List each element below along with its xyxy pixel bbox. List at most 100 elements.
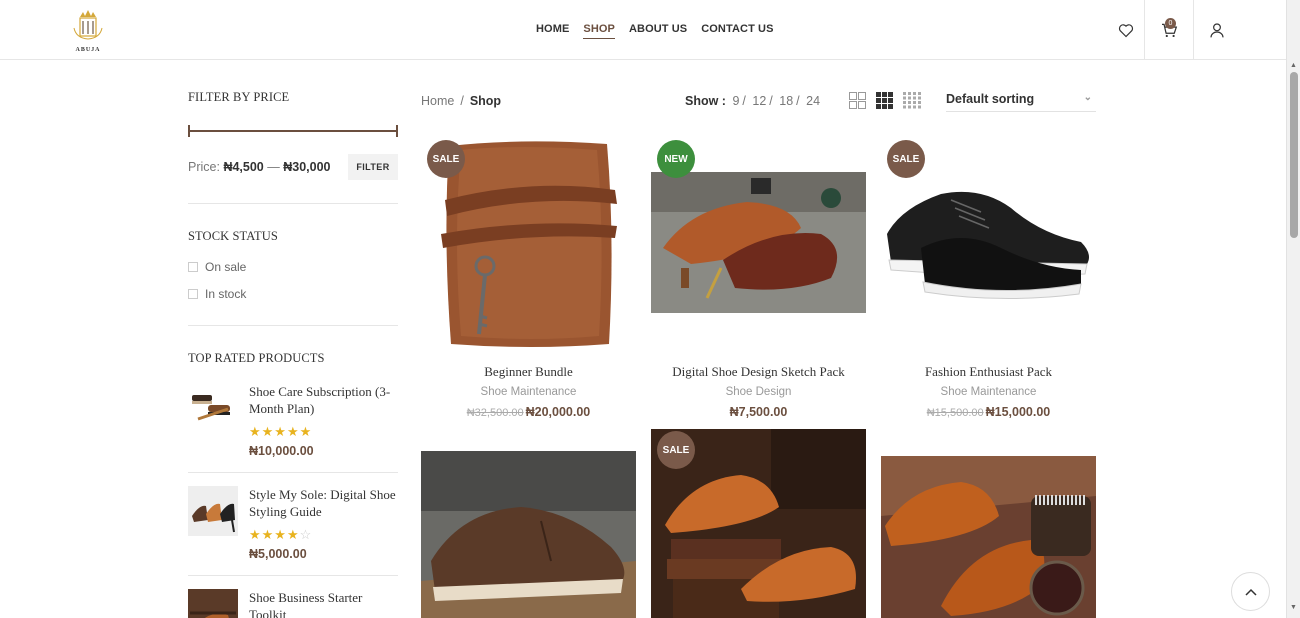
new-badge: NEW xyxy=(657,140,695,178)
nav-shop[interactable]: SHOP xyxy=(583,23,615,39)
checkbox-label: On sale xyxy=(205,260,247,274)
header-actions: 0 xyxy=(1108,0,1240,60)
page-scrollbar[interactable]: ▲ ▼ xyxy=(1286,0,1300,618)
sort-selected-value: Default sorting xyxy=(946,92,1035,106)
product-card[interactable]: SALE Fashion Enthusiast Pack Shoe Mainte… xyxy=(881,138,1096,419)
product-category[interactable]: Shoe Design xyxy=(651,386,866,398)
scroll-down-arrow-icon[interactable]: ▼ xyxy=(1290,604,1297,611)
product-title[interactable]: Fashion Enthusiast Pack xyxy=(881,364,1096,380)
current-price: ₦7,500.00 xyxy=(729,405,788,419)
top-rated-title: TOP RATED PRODUCTS xyxy=(188,351,325,365)
sale-badge: SALE xyxy=(887,140,925,178)
per-page-24[interactable]: 24 xyxy=(806,94,820,108)
per-page-9[interactable]: 9 xyxy=(732,94,739,108)
stock-in-stock-option[interactable]: In stock xyxy=(188,287,398,301)
cart-button[interactable]: 0 xyxy=(1145,0,1193,60)
heels-image xyxy=(188,486,238,536)
business-toolkit-image xyxy=(188,589,238,618)
sidebar-divider xyxy=(188,325,398,326)
old-price: ₦32,500.00 xyxy=(466,407,524,419)
top-rated-item[interactable]: Style My Sole: Digital Shoe Styling Guid… xyxy=(188,486,398,561)
product-title[interactable]: Digital Shoe Design Sketch Pack xyxy=(651,364,866,380)
nav-home[interactable]: HOME xyxy=(536,23,569,39)
sidebar-divider xyxy=(188,203,398,204)
scrollbar-thumb[interactable] xyxy=(1290,72,1298,238)
suede-shoes-image xyxy=(421,451,636,618)
scroll-to-top-button[interactable] xyxy=(1231,572,1270,611)
product-name[interactable]: Shoe Business Starter Toolkit xyxy=(249,589,398,618)
stock-on-sale-option[interactable]: On sale xyxy=(188,260,398,274)
star-rating: ★★★★★ xyxy=(249,424,313,439)
top-rated-item[interactable]: Shoe Business Starter Toolkit xyxy=(188,589,398,618)
product-card[interactable]: SALE Beginner Bundle Shoe Maintenance ₦3… xyxy=(421,138,636,419)
product-image[interactable] xyxy=(881,456,1096,618)
account-button[interactable] xyxy=(1194,0,1240,60)
filter-price-title: FILTER BY PRICE xyxy=(188,90,290,104)
grid-4-columns-icon[interactable] xyxy=(903,92,921,109)
crown-logo-icon xyxy=(73,10,103,40)
cart-count-badge: 0 xyxy=(1165,18,1176,29)
product-image[interactable]: SALE xyxy=(881,138,1096,348)
wishlist-button[interactable] xyxy=(1108,0,1144,60)
product-price: ₦7,500.00 xyxy=(651,405,866,419)
grid-view-switcher xyxy=(849,92,921,109)
price-range-slider[interactable] xyxy=(188,125,398,137)
item-divider xyxy=(188,575,398,576)
sale-badge: SALE xyxy=(427,140,465,178)
product-category[interactable]: Shoe Maintenance xyxy=(421,386,636,398)
stock-status-title: STOCK STATUS xyxy=(188,229,278,243)
price-slider-max-handle[interactable] xyxy=(396,125,398,137)
nav-about-us[interactable]: ABOUT US xyxy=(629,23,687,39)
price-slider-track xyxy=(188,130,398,132)
per-page-18[interactable]: 18 xyxy=(779,94,793,108)
old-price: ₦15,500.00 xyxy=(926,407,984,419)
nav-contact-us[interactable]: CONTACT US xyxy=(701,23,773,39)
top-rated-item[interactable]: Shoe Care Subscription (3-Month Plan) ★★… xyxy=(188,383,398,458)
price-filter-row: Price: ₦4,500 — ₦30,000 FILTER xyxy=(188,154,398,180)
star-rating: ★★★★☆ xyxy=(249,527,313,542)
product-card[interactable] xyxy=(421,451,636,618)
product-thumbnail[interactable] xyxy=(188,486,238,536)
logo-text: ABUJA xyxy=(75,47,101,53)
product-image[interactable] xyxy=(421,451,636,618)
scroll-up-arrow-icon[interactable]: ▲ xyxy=(1290,62,1297,69)
site-header: ABUJA HOME SHOP ABOUT US CONTACT US 0 xyxy=(0,0,1286,60)
filter-button[interactable]: FILTER xyxy=(348,154,398,180)
chevron-up-icon xyxy=(1244,588,1257,596)
checkbox[interactable] xyxy=(188,289,198,299)
product-card[interactable]: SALE xyxy=(651,429,866,618)
current-price: ₦20,000.00 xyxy=(525,405,591,419)
item-divider xyxy=(188,472,398,473)
product-image[interactable]: SALE xyxy=(651,429,866,618)
product-card[interactable]: NEW Digital Shoe Design Sketch Pack Shoe… xyxy=(651,138,866,419)
current-price: ₦15,000.00 xyxy=(985,405,1051,419)
product-image[interactable]: SALE xyxy=(421,138,636,348)
grid-2-columns-icon[interactable] xyxy=(849,92,866,109)
product-thumbnail[interactable] xyxy=(188,589,238,618)
product-title[interactable]: Beginner Bundle xyxy=(421,364,636,380)
product-price: ₦32,500.00 ₦20,000.00 xyxy=(421,405,636,419)
product-thumbnail[interactable] xyxy=(188,383,238,433)
breadcrumb-home[interactable]: Home xyxy=(421,94,454,108)
price-slider-min-handle[interactable] xyxy=(188,125,190,137)
product-price: ₦10,000.00 xyxy=(249,444,314,458)
show-label: Show : xyxy=(685,94,726,108)
product-image[interactable]: NEW xyxy=(651,138,866,348)
oxfords-with-brush-image xyxy=(881,456,1096,618)
shoe-care-kit-image xyxy=(188,383,238,433)
checkbox[interactable] xyxy=(188,262,198,272)
heart-icon xyxy=(1118,23,1134,37)
site-logo[interactable]: ABUJA xyxy=(70,8,106,53)
product-name[interactable]: Style My Sole: Digital Shoe Styling Guid… xyxy=(249,486,398,520)
product-name[interactable]: Shoe Care Subscription (3-Month Plan) xyxy=(249,383,398,417)
sort-select[interactable]: Default sorting ⌄ xyxy=(946,90,1096,112)
product-category[interactable]: Shoe Maintenance xyxy=(881,386,1096,398)
user-icon xyxy=(1210,23,1224,38)
product-card[interactable] xyxy=(881,456,1096,618)
chevron-down-icon: ⌄ xyxy=(1083,92,1092,103)
per-page-12[interactable]: 12 xyxy=(752,94,766,108)
checkbox-label: In stock xyxy=(205,287,247,301)
product-price: ₦5,000.00 xyxy=(249,547,307,561)
breadcrumb: Home / Shop xyxy=(421,94,502,108)
grid-3-columns-icon[interactable] xyxy=(876,92,893,109)
